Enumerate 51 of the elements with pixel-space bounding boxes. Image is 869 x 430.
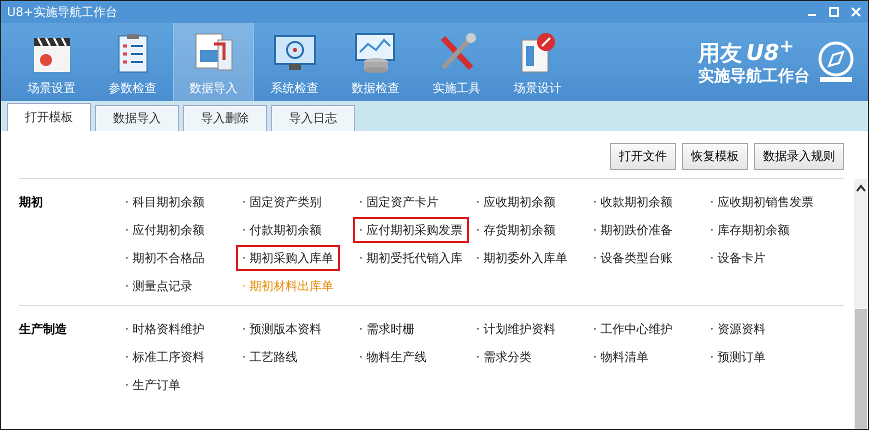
- import-link[interactable]: · 期初受托代销入库: [353, 245, 469, 271]
- import-link[interactable]: · 收款期初余额: [587, 189, 679, 215]
- import-link[interactable]: · 生产订单: [119, 372, 187, 398]
- import-link[interactable]: · 计划维护资料: [470, 316, 562, 342]
- tab[interactable]: 导入日志: [271, 105, 355, 131]
- scroll-up-icon[interactable]: [855, 183, 867, 193]
- import-link[interactable]: · 标准工序资料: [119, 344, 211, 370]
- import-link[interactable]: · 资源资料: [704, 316, 772, 342]
- database-icon: [354, 32, 398, 74]
- import-link[interactable]: · 期初不合格品: [119, 245, 211, 271]
- section-title: 生产制造: [19, 321, 68, 338]
- import-link[interactable]: · 付款期初余额: [236, 217, 328, 243]
- import-link[interactable]: · 时格资料维护: [119, 316, 211, 342]
- scroll-thumb[interactable]: [855, 309, 867, 429]
- import-link[interactable]: · 期初委外入库单: [470, 245, 574, 271]
- tab[interactable]: 数据导入: [95, 105, 179, 131]
- tab[interactable]: 导入删除: [183, 105, 267, 131]
- import-link[interactable]: · 物料清单: [587, 344, 655, 370]
- logo-subtitle: 实施导航工作台: [698, 66, 810, 88]
- import-link[interactable]: · 期初采购入库单: [236, 245, 340, 271]
- import-link[interactable]: · 工作中心维护: [587, 316, 679, 342]
- import-link[interactable]: · 预测版本资料: [236, 316, 328, 342]
- action-button[interactable]: 恢复模板: [682, 143, 748, 170]
- import-link[interactable]: · 库存期初余额: [704, 217, 796, 243]
- import-link[interactable]: · 物料生产线: [353, 344, 433, 370]
- import-link[interactable]: · 存货期初余额: [470, 217, 562, 243]
- import-link[interactable]: · 期初跌价准备: [587, 217, 679, 243]
- import-link[interactable]: · 应付期初余额: [119, 217, 211, 243]
- import-link[interactable]: · 需求时栅: [353, 316, 421, 342]
- import-link[interactable]: · 应收期初销售发票: [704, 189, 820, 215]
- action-button[interactable]: 数据录入规则: [754, 143, 844, 170]
- close-icon[interactable]: [850, 6, 862, 18]
- action-button[interactable]: 打开文件: [610, 143, 676, 170]
- section-title: 期初: [19, 194, 44, 211]
- import-link[interactable]: · 设备类型台账: [587, 245, 679, 271]
- tab[interactable]: 打开模板: [7, 103, 91, 131]
- maximize-icon[interactable]: [828, 6, 840, 18]
- import-link[interactable]: · 设备卡片: [704, 245, 772, 271]
- import-link[interactable]: · 科目期初余额: [119, 189, 211, 215]
- logo-brand: 用友 U8$^{+}$: [698, 36, 794, 66]
- import-link[interactable]: · 测量点记录: [119, 273, 199, 299]
- compass-icon: [816, 39, 856, 85]
- scrollbar[interactable]: [854, 179, 868, 429]
- import-link[interactable]: · 预测订单: [704, 344, 772, 370]
- import-link[interactable]: · 固定资产类别: [236, 189, 328, 215]
- import-link[interactable]: · 工艺路线: [236, 344, 304, 370]
- import-link[interactable]: · 需求分类: [470, 344, 538, 370]
- window-title: U8+实施导航工作台: [7, 4, 118, 20]
- import-link[interactable]: · 应收期初余额: [470, 189, 562, 215]
- import-link[interactable]: · 固定资产卡片: [353, 189, 445, 215]
- import-link[interactable]: · 应付期初采购发票: [353, 217, 469, 243]
